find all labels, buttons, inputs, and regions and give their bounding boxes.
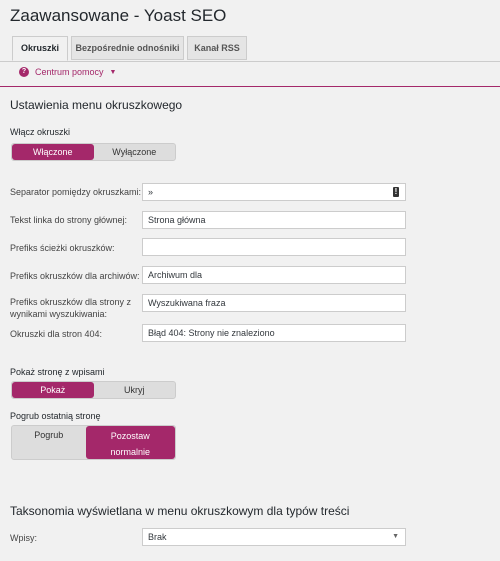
caret-down-icon: ▼ [109,68,117,76]
bold-last-toggle: Pogrub Pozostaw normalnie [11,425,176,460]
show-blog-on-option[interactable]: Pokaż [12,382,94,398]
show-blog-toggle: Pokaż Ukryj [11,381,176,399]
exclamation-icon[interactable]: ! [393,187,399,197]
archive-prefix-input[interactable]: Archiwum dla [142,266,406,284]
separator-value: » [148,187,154,197]
help-center-label: Centrum pomocy [35,67,104,77]
search-prefix-label: Prefiks okruszków dla strony z wynikami … [10,297,132,319]
search-prefix-input[interactable]: Wyszukiwana fraza [142,294,406,312]
posts-label: Wpisy: [10,533,37,543]
separator-input[interactable]: » ! [142,183,406,201]
question-circle-icon: ? [19,67,29,77]
path-prefix-label: Prefiks ścieżki okruszków: [10,243,115,253]
enable-breadcrumbs-label: Włącz okruszki [10,127,71,137]
home-anchor-label: Tekst linka do strony głównej: [10,215,128,225]
normal-option[interactable]: Pozostaw normalnie [85,426,175,459]
help-center-toggle[interactable]: ? Centrum pomocy ▼ [19,67,116,77]
bold-last-label: Pogrub ostatnią stronę [10,411,101,421]
tab-breadcrumbs[interactable]: Okruszki [12,36,68,61]
tab-rss[interactable]: Kanał RSS [187,36,247,60]
tab-bar: Okruszki Bezpośrednie odnośniki Kanał RS… [0,36,500,62]
help-divider [0,86,500,87]
path-prefix-input[interactable] [142,238,406,256]
bold-option[interactable]: Pogrub [12,426,86,459]
page-title: Zaawansowane - Yoast SEO [10,6,227,25]
enable-on-option[interactable]: Włączone [12,144,94,160]
posts-taxonomy-select[interactable]: Brak ▼ [142,528,406,546]
show-blog-label: Pokaż stronę z wpisami [10,367,105,377]
show-blog-off-option[interactable]: Ukryj [94,382,176,398]
enable-breadcrumbs-toggle: Włączone Wyłączone [11,143,176,161]
enable-off-option[interactable]: Wyłączone [94,144,176,160]
separator-label: Separator pomiędzy okruszkami: [10,187,142,197]
select-arrow-icon: ▼ [392,533,399,540]
404-input[interactable]: Błąd 404: Strony nie znaleziono [142,324,406,342]
tab-permalinks[interactable]: Bezpośrednie odnośniki [71,36,184,60]
posts-taxonomy-value: Brak [148,532,167,542]
home-anchor-input[interactable]: Strona główna [142,211,406,229]
404-label: Okruszki dla stron 404: [10,329,103,339]
breadcrumbs-settings-heading: Ustawienia menu okruszkowego [10,98,183,112]
archive-prefix-label: Prefiks okruszków dla archiwów: [10,271,140,281]
taxonomy-heading: Taksonomia wyświetlana w menu okruszkowy… [10,504,350,518]
